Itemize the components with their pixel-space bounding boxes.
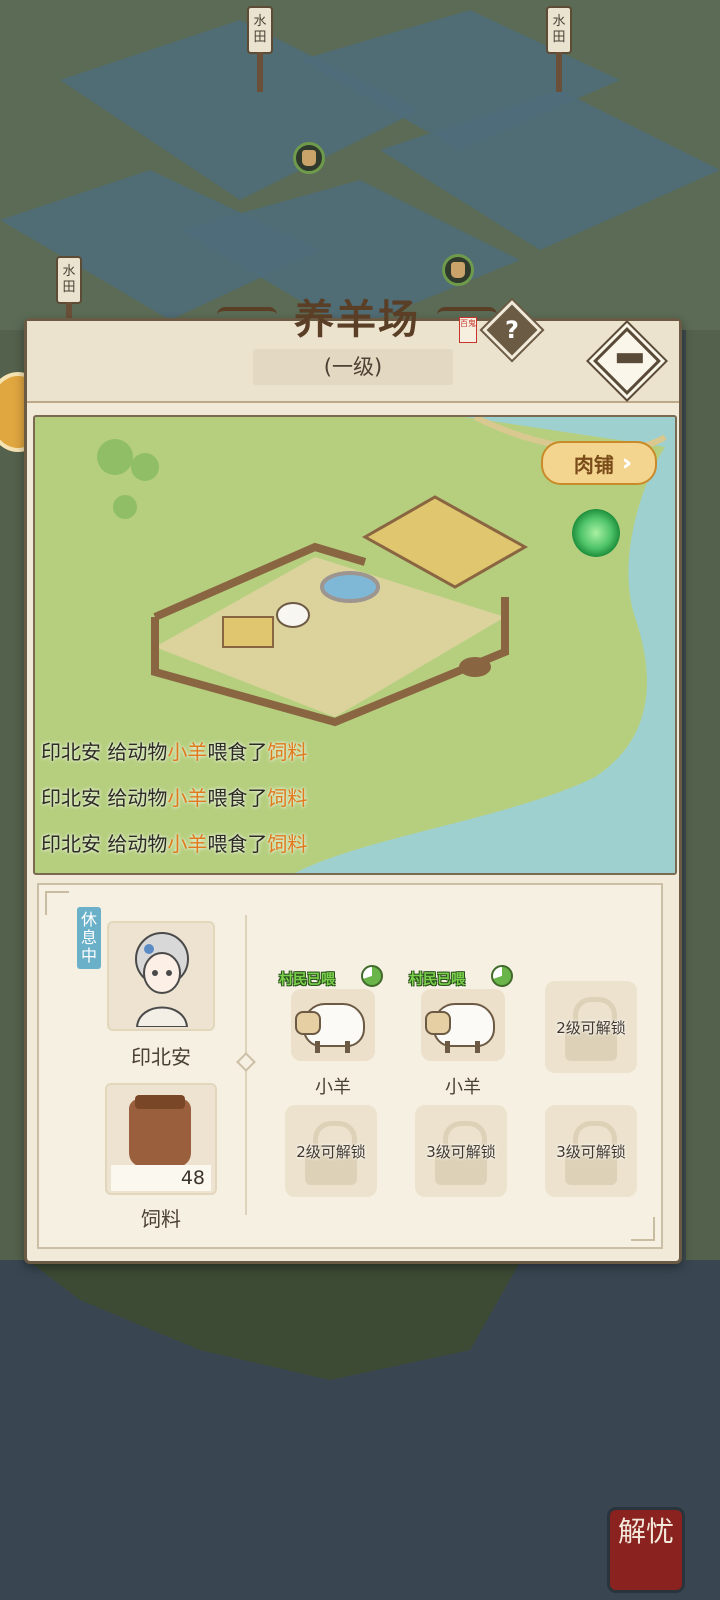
unlock-requirement: 3级可解锁: [556, 1143, 626, 1161]
sheep-leg: [345, 1041, 350, 1053]
log-item: 饲料: [267, 740, 308, 764]
locked-slot[interactable]: 3级可解锁: [545, 1105, 637, 1197]
paddy-field-sign: 水田: [58, 258, 80, 342]
feed-count: 48: [111, 1165, 211, 1191]
corner-ornament: [45, 891, 69, 915]
log-animal: 小羊: [167, 740, 208, 764]
sheep-leg: [315, 1041, 320, 1053]
paddy-field-sign: 水田: [249, 8, 271, 92]
sheep-leg: [445, 1041, 450, 1053]
locked-slot[interactable]: 2级可解锁: [545, 981, 637, 1073]
unlock-requirement: 2级可解锁: [556, 1019, 626, 1037]
log-action: 喂食了: [207, 832, 268, 856]
bag-icon: [451, 262, 465, 278]
log-verb: 给动物: [107, 740, 168, 764]
villager-fed-badge: 村民已喂: [279, 972, 335, 988]
unlock-requirement: 2级可解锁: [296, 1143, 366, 1161]
timer-icon: [361, 965, 383, 987]
resource-bag-marker[interactable]: [293, 142, 325, 174]
locked-slot[interactable]: 2级可解锁: [285, 1105, 377, 1197]
paddy-field-sign: 水田: [548, 8, 570, 92]
log-verb: 给动物: [107, 832, 168, 856]
panel-header: 养羊场 百鬼 ? (一级): [27, 296, 679, 403]
unlock-requirement: 3级可解锁: [426, 1143, 496, 1161]
log-item: 饲料: [267, 786, 308, 810]
feed-bag-icon: [129, 1095, 191, 1167]
animal-name: 小羊: [315, 1077, 351, 1098]
locked-slot[interactable]: 3级可解锁: [415, 1105, 507, 1197]
animal-slot[interactable]: 村民已喂: [279, 965, 383, 1065]
meat-shop-button[interactable]: 肉铺 ››: [541, 441, 657, 485]
meat-shop-label: 肉铺: [573, 452, 614, 477]
log-actor: 印北安: [41, 740, 101, 764]
upgrade-hammer-button[interactable]: [593, 327, 661, 395]
log-action: 喂食了: [207, 740, 268, 764]
divider-ornament: [236, 1052, 256, 1072]
bag-icon: [302, 150, 316, 166]
resting-status-badge: 休息中: [77, 907, 101, 969]
sheep-head: [295, 1011, 321, 1035]
log-verb: 给动物: [107, 786, 168, 810]
log-item: 饲料: [267, 832, 308, 856]
feed-name: 饲料: [141, 1207, 181, 1231]
title-banner: 养羊场: [217, 287, 497, 347]
log-actor: 印北安: [41, 832, 101, 856]
worker-portrait: [135, 932, 189, 1027]
management-area: 休息中 印北安 48 饲料 村民已喂 小羊 村民已喂 小羊 2级可解锁 2级可解…: [37, 883, 663, 1249]
sheep-leg: [475, 1041, 480, 1053]
page-title: 养羊场: [294, 296, 420, 343]
red-seal-stamp: 百鬼: [459, 317, 477, 343]
sheep-farm-panel: 养羊场 百鬼 ? (一级) 肉铺 ›› 印北安 给动物小羊喂食了饲料 印北安 给…: [24, 296, 682, 1264]
worker-card[interactable]: [107, 921, 215, 1031]
feed-item-card[interactable]: 48: [105, 1083, 217, 1195]
log-line: 印北安 给动物小羊喂食了饲料: [41, 729, 581, 775]
double-chevron-right-icon: ››: [621, 450, 633, 476]
animal-slot[interactable]: 村民已喂: [409, 965, 513, 1065]
jieyou-button[interactable]: 解忧: [610, 1510, 682, 1590]
log-action: 喂食了: [207, 786, 268, 810]
worker-name: 印北安: [131, 1045, 191, 1069]
log-line: 印北安 给动物小羊喂食了饲料: [41, 821, 581, 867]
log-actor: 印北安: [41, 786, 101, 810]
sheep-head: [425, 1011, 451, 1035]
animal-name: 小羊: [445, 1077, 481, 1098]
log-animal: 小羊: [167, 786, 208, 810]
villager-fed-badge: 村民已喂: [409, 972, 465, 988]
log-line: 印北安 给动物小羊喂食了饲料: [41, 775, 581, 821]
level-label: (一级): [253, 349, 453, 385]
hammer-icon: [616, 353, 643, 364]
resource-bag-marker[interactable]: [442, 254, 474, 286]
timer-icon: [491, 965, 513, 987]
log-animal: 小羊: [167, 832, 208, 856]
villager-glow-icon[interactable]: [572, 509, 620, 557]
corner-ornament: [631, 1217, 655, 1241]
farm-scene: 肉铺 ›› 印北安 给动物小羊喂食了饲料 印北安 给动物小羊喂食了饲料 印北安 …: [33, 415, 677, 875]
question-icon: ?: [505, 316, 519, 344]
activity-log: 印北安 给动物小羊喂食了饲料 印北安 给动物小羊喂食了饲料 印北安 给动物小羊喂…: [41, 729, 581, 867]
